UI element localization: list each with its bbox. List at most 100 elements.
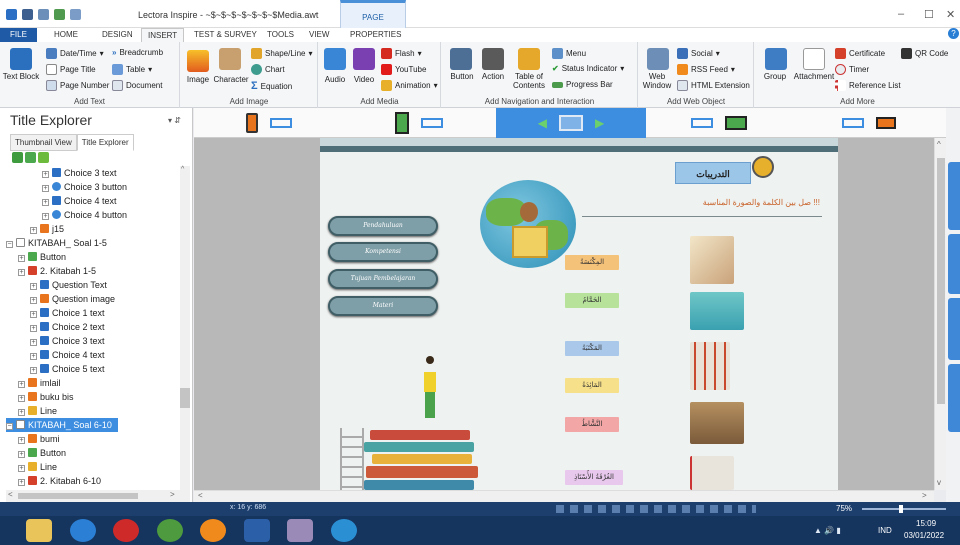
- tree-item[interactable]: + Choice 3 text: [42, 166, 117, 180]
- word-card-1[interactable]: المِكْنَسَةُ: [565, 255, 619, 270]
- tree-expander-icon[interactable]: +: [18, 409, 25, 416]
- side-tab-1[interactable]: [948, 162, 960, 230]
- tab-file[interactable]: FILE: [0, 28, 37, 42]
- tree-expander-icon[interactable]: −: [6, 423, 13, 430]
- zoom-slider[interactable]: [862, 508, 946, 510]
- keyboard-language[interactable]: IND: [878, 526, 892, 535]
- breadcrumb-button[interactable]: » Breadcrumb: [112, 48, 163, 57]
- side-tab-4[interactable]: [948, 364, 960, 432]
- word-card-6[interactable]: الغُرْفَةُ الأُسْتَاذِ: [565, 470, 623, 485]
- tree-item[interactable]: + Question image: [30, 292, 115, 306]
- canvas-vertical-scrollbar[interactable]: ^ v: [934, 138, 946, 490]
- menu-button-kompetensi[interactable]: Kompetensi: [328, 242, 438, 262]
- word-icon[interactable]: [244, 519, 270, 542]
- tab-home[interactable]: HOME: [48, 28, 84, 42]
- tree-item[interactable]: + Choice 5 text: [30, 362, 105, 376]
- tablet-landscape-button[interactable]: [644, 108, 794, 138]
- tree-item[interactable]: + Choice 3 button: [42, 180, 127, 194]
- shape-line-button[interactable]: Shape/Line ▾: [251, 48, 313, 59]
- firefox-icon[interactable]: [200, 519, 226, 542]
- tree-item[interactable]: + buku bis: [18, 390, 74, 404]
- tree-item[interactable]: + Button: [18, 446, 66, 460]
- tab-design[interactable]: DESIGN: [96, 28, 139, 42]
- image-button[interactable]: Image: [181, 75, 215, 84]
- flash-button[interactable]: Flash ▾: [381, 48, 422, 59]
- button-button[interactable]: Button: [444, 72, 480, 81]
- menu-button[interactable]: Menu: [552, 48, 586, 59]
- tree-item[interactable]: + Choice 4 text: [42, 194, 117, 208]
- tree-expander-icon[interactable]: +: [30, 339, 37, 346]
- picture-stick[interactable]: [690, 456, 734, 490]
- tree-expander-icon[interactable]: +: [42, 213, 49, 220]
- tab-view[interactable]: VIEW: [303, 28, 335, 42]
- tree-item[interactable]: + Choice 4 button: [42, 208, 127, 222]
- add-section-icon[interactable]: [25, 152, 36, 163]
- tree-item[interactable]: + Question Text: [30, 278, 107, 292]
- tree-expander-icon[interactable]: +: [30, 353, 37, 360]
- tab-insert[interactable]: INSERT: [141, 28, 185, 43]
- character-button[interactable]: Character: [211, 75, 251, 84]
- add-chapter-icon[interactable]: [12, 152, 23, 163]
- tree-expander-icon[interactable]: −: [6, 241, 13, 248]
- tree-expander-icon[interactable]: +: [42, 185, 49, 192]
- reference-list-button[interactable]: Reference List: [835, 80, 901, 91]
- status-indicator-button[interactable]: ✔ Status Indicator ▾: [552, 64, 624, 73]
- tablet-portrait-button[interactable]: [344, 108, 494, 138]
- help-icon[interactable]: ?: [948, 28, 959, 39]
- tree-expander-icon[interactable]: +: [18, 437, 25, 444]
- tree-item[interactable]: +2. Kitabah 1-5: [18, 264, 96, 278]
- tree-expander-icon[interactable]: +: [30, 325, 37, 332]
- text-block-button[interactable]: Text Block: [2, 72, 40, 81]
- menu-button-tujuan[interactable]: Tujuan Pembelajaran: [328, 269, 438, 289]
- tree-expander-icon[interactable]: +: [42, 171, 49, 178]
- audio-button[interactable]: Audio: [319, 75, 351, 84]
- internet-explorer-icon[interactable]: [70, 519, 96, 542]
- undo-icon[interactable]: [38, 9, 49, 20]
- side-tab-2[interactable]: [948, 234, 960, 294]
- chrome-icon[interactable]: [157, 519, 183, 542]
- file-explorer-icon[interactable]: [26, 519, 52, 542]
- tree-expander-icon[interactable]: +: [30, 311, 37, 318]
- tree-item[interactable]: + imlail: [18, 376, 61, 390]
- save-icon[interactable]: [22, 9, 33, 20]
- group-button[interactable]: Group: [757, 72, 793, 81]
- preview-icon[interactable]: [54, 9, 65, 20]
- tab-properties[interactable]: PROPERTIES: [344, 28, 407, 42]
- menu-button-pendahuluan[interactable]: Pendahuluan: [328, 216, 438, 236]
- close-icon[interactable]: ✕: [946, 8, 955, 21]
- tree-item[interactable]: + Line: [18, 460, 57, 474]
- web-window-button[interactable]: Web Window: [639, 72, 675, 90]
- menu-button-materi[interactable]: Materi: [328, 296, 438, 316]
- tab-thumbnail-view[interactable]: Thumbnail View: [10, 134, 77, 151]
- media-app-icon[interactable]: [113, 519, 139, 542]
- picture-library[interactable]: [690, 402, 744, 444]
- video-button[interactable]: Video: [349, 75, 379, 84]
- add-page-icon[interactable]: [38, 152, 49, 163]
- tree-expander-icon[interactable]: +: [18, 269, 25, 276]
- tree-horizontal-scrollbar[interactable]: < >: [6, 490, 182, 502]
- animation-button[interactable]: Animation ▾: [381, 80, 438, 91]
- chart-button[interactable]: Chart: [251, 64, 285, 75]
- tree-item[interactable]: + Line: [18, 404, 57, 418]
- certificate-button[interactable]: Certificate: [835, 48, 885, 59]
- phone-portrait-button[interactable]: [194, 108, 344, 138]
- picture-bathroom[interactable]: [690, 292, 744, 330]
- maximize-icon[interactable]: ☐: [924, 8, 934, 21]
- qr-code-button[interactable]: QR Code: [901, 48, 948, 59]
- social-button[interactable]: Social ▾: [677, 48, 720, 59]
- tree-item[interactable]: + Choice 3 text: [30, 334, 105, 348]
- minimize-icon[interactable]: –: [898, 8, 904, 20]
- youtube-button[interactable]: YouTube: [381, 64, 426, 75]
- table-of-contents-button[interactable]: Table of Contents: [508, 72, 550, 90]
- progress-bar-button[interactable]: Progress Bar: [552, 80, 613, 89]
- zoom-thumb[interactable]: [899, 505, 903, 513]
- tree-expander-icon[interactable]: +: [18, 395, 25, 402]
- page-title-button[interactable]: Page Title: [46, 64, 96, 75]
- equation-button[interactable]: Σ Equation: [251, 80, 292, 92]
- document-button[interactable]: Document: [112, 80, 162, 91]
- tree-item[interactable]: − KITABAH_ Soal 1-5: [6, 236, 107, 250]
- table-button[interactable]: Table ▾: [112, 64, 152, 75]
- tab-tools[interactable]: TOOLS: [261, 28, 300, 42]
- slide-page[interactable]: التدريبات صل بين الكلمة والصورة المناسبة…: [320, 138, 838, 490]
- tab-title-explorer[interactable]: Title Explorer: [76, 134, 134, 151]
